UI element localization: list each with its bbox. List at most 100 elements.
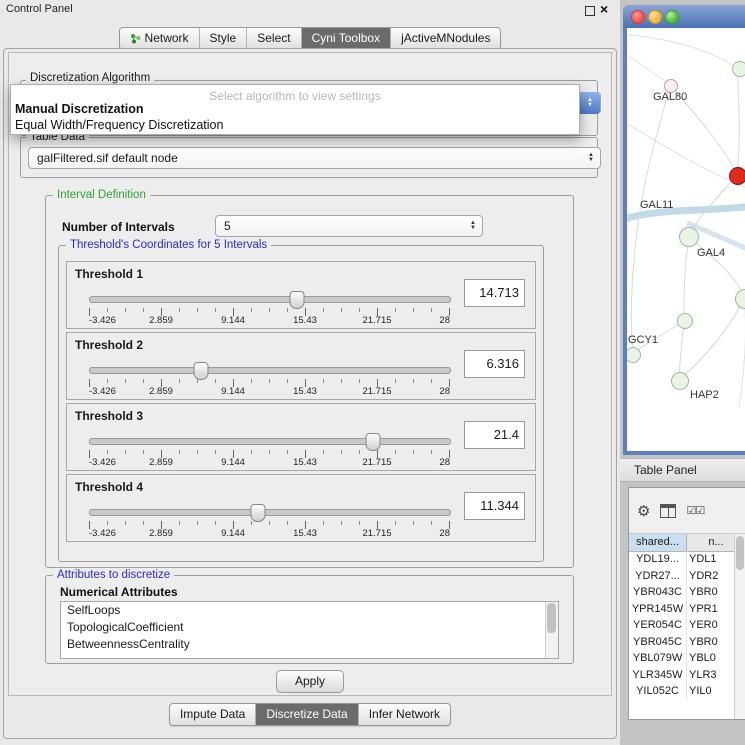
tab-network-label: Network: [145, 31, 189, 45]
network-icon: [130, 33, 141, 44]
tab-infer-network[interactable]: Infer Network: [358, 704, 450, 725]
top-tab-bar: Network Style Select Cyni Toolbox jActiv…: [0, 27, 620, 50]
table-row[interactable]: YBR043C YBR0: [629, 584, 745, 601]
slider-scale: -3.426 2.859 9.144 15.43 21.715 28: [89, 386, 450, 397]
table-row[interactable]: YBL079W YBL0: [629, 650, 745, 667]
threshold-4-value[interactable]: 11.344: [464, 492, 525, 520]
threshold-4-label: Threshold 4: [75, 480, 143, 494]
table-panel-title: Table Panel: [634, 463, 697, 477]
table-data-value: galFiltered.sif default node: [37, 151, 178, 165]
table-header-row: shared... n...: [629, 534, 745, 552]
slider-scale: -3.426 2.859 9.144 15.43 21.715 28: [89, 457, 450, 468]
threshold-1-label: Threshold 1: [75, 267, 143, 281]
threshold-1-slider[interactable]: [89, 292, 449, 306]
slider-track[interactable]: [89, 367, 451, 374]
node-label-gal11: GAL11: [640, 199, 673, 211]
close-icon[interactable]: ×: [600, 1, 608, 17]
network-node[interactable]: [732, 61, 745, 77]
tab-jactivemnodules[interactable]: jActiveMNodules: [390, 28, 500, 49]
scrollbar-thumb[interactable]: [547, 603, 556, 633]
zoom-traffic-light[interactable]: [665, 10, 679, 24]
node-label-hap2: HAP2: [690, 389, 719, 401]
dropdown-option-manual-discretization[interactable]: Manual Discretization: [15, 102, 144, 116]
table-panel-window: ⚙ ☑☑ shared... n... YDL19... YDL1 YDR27.…: [628, 487, 745, 720]
table-row[interactable]: YIL052C YIL0: [629, 683, 745, 700]
network-window-titlebar[interactable]: [623, 5, 745, 28]
column-header-shared-name[interactable]: shared...: [629, 534, 687, 551]
float-window-icon[interactable]: [585, 6, 595, 16]
slider-thumb[interactable]: [193, 362, 208, 380]
slider-track[interactable]: [89, 438, 451, 445]
threshold-2-label: Threshold 2: [75, 338, 143, 352]
network-node-selected[interactable]: [729, 167, 745, 185]
threshold-4-slider[interactable]: [89, 505, 449, 519]
numerical-attributes-label: Numerical Attributes: [60, 585, 178, 599]
table-panel-titlebar: Table Panel: [620, 458, 745, 482]
tab-style[interactable]: Style: [199, 28, 247, 49]
slider-thumb[interactable]: [366, 433, 381, 451]
threshold-2-panel: Threshold 2 -3.426 2.859 9.144 15.43 21.…: [66, 332, 536, 400]
table-row[interactable]: YDR27... YDR2: [629, 568, 745, 585]
combobox-stepper-icon: ▲ ▼: [582, 153, 597, 163]
control-panel: Control Panel × Network Style Select Cy: [0, 0, 620, 745]
table-scrollbar[interactable]: [734, 534, 745, 719]
network-node[interactable]: [677, 313, 693, 329]
slider-scale: -3.426 2.859 9.144 15.43 21.715 28: [89, 528, 450, 539]
apply-button[interactable]: Apply: [276, 670, 344, 693]
combobox-arrows: ▲ ▼: [580, 92, 600, 114]
column-selector-icon[interactable]: [660, 504, 676, 518]
threshold-3-value[interactable]: 21.4: [464, 421, 525, 449]
table-toolbar: ⚙ ☑☑: [629, 488, 745, 534]
node-label-gcy1: GCY1: [628, 334, 658, 346]
numerical-attributes-list: SelfLoops TopologicalCoefficient Between…: [60, 601, 559, 659]
table-row[interactable]: YPR145W YPR1: [629, 601, 745, 618]
threshold-3-slider[interactable]: [89, 434, 449, 448]
threshold-2-value[interactable]: 6.316: [464, 350, 525, 378]
checkbox-icon[interactable]: ☑☑: [686, 504, 704, 517]
network-canvas[interactable]: GAL80 GAL11 GAL4 GCY1 HAP2: [627, 28, 745, 451]
number-of-intervals-label: Number of Intervals: [62, 220, 175, 234]
tab-discretize-data[interactable]: Discretize Data: [255, 704, 357, 725]
tab-cyni-toolbox[interactable]: Cyni Toolbox: [301, 28, 390, 49]
gear-icon[interactable]: ⚙: [637, 502, 650, 520]
network-view-window: GAL80 GAL11 GAL4 GCY1 HAP2: [623, 5, 745, 455]
scrollbar-thumb[interactable]: [736, 536, 744, 570]
screen: Control Panel × Network Style Select Cy: [0, 0, 745, 745]
dropdown-prompt: Select algorithm to view settings: [11, 89, 579, 103]
tab-select[interactable]: Select: [246, 28, 300, 49]
table-row[interactable]: YBR045C YBR0: [629, 634, 745, 651]
table-row[interactable]: YDL19... YDL1: [629, 551, 745, 568]
list-item[interactable]: TopologicalCoefficient: [61, 619, 558, 636]
threshold-3-label: Threshold 3: [75, 409, 143, 423]
table-body: YDL19... YDL1 YDR27... YDR2 YBR043C YBR0…: [629, 551, 745, 700]
number-of-intervals-combobox[interactable]: 5 ▲ ▼: [215, 215, 483, 237]
slider-track[interactable]: [89, 296, 451, 303]
tab-impute-data[interactable]: Impute Data: [170, 704, 255, 725]
algorithm-group-label: Discretization Algorithm: [26, 72, 154, 84]
list-scrollbar[interactable]: [545, 602, 558, 658]
bottom-tab-bar: Impute Data Discretize Data Infer Networ…: [0, 703, 620, 726]
algorithm-dropdown-menu: Select algorithm to view settings Manual…: [10, 84, 580, 135]
network-node[interactable]: [679, 227, 699, 247]
slider-track[interactable]: [89, 509, 451, 516]
threshold-3-panel: Threshold 3 -3.426 2.859 9.144 15.43 21.…: [66, 403, 536, 471]
close-traffic-light[interactable]: [631, 10, 645, 24]
interval-definition-label: Interval Definition: [53, 189, 150, 201]
threshold-1-value[interactable]: 14.713: [464, 279, 525, 307]
dropdown-option-equal-width[interactable]: Equal Width/Frequency Discretization: [15, 118, 223, 132]
slider-scale: -3.426 2.859 9.144 15.43 21.715 28: [89, 315, 450, 326]
threshold-4-panel: Threshold 4 -3.426 2.859 9.144 15.43 21.…: [66, 474, 536, 542]
list-item[interactable]: BetweennessCentrality: [61, 636, 558, 653]
table-data-combobox[interactable]: galFiltered.sif default node ▲ ▼: [28, 147, 601, 169]
list-item[interactable]: SelfLoops: [61, 602, 558, 619]
table-row[interactable]: YER054C YER0: [629, 617, 745, 634]
slider-thumb[interactable]: [251, 504, 266, 522]
threshold-2-slider[interactable]: [89, 363, 449, 377]
attributes-group-label: Attributes to discretize: [53, 569, 174, 581]
minimize-traffic-light[interactable]: [648, 10, 662, 24]
slider-thumb[interactable]: [289, 291, 304, 309]
thresholds-group-label: Threshold's Coordinates for 5 Intervals: [66, 239, 271, 251]
tab-network[interactable]: Network: [120, 28, 199, 49]
network-node[interactable]: [671, 372, 689, 390]
table-row[interactable]: YLR345W YLR3: [629, 667, 745, 684]
